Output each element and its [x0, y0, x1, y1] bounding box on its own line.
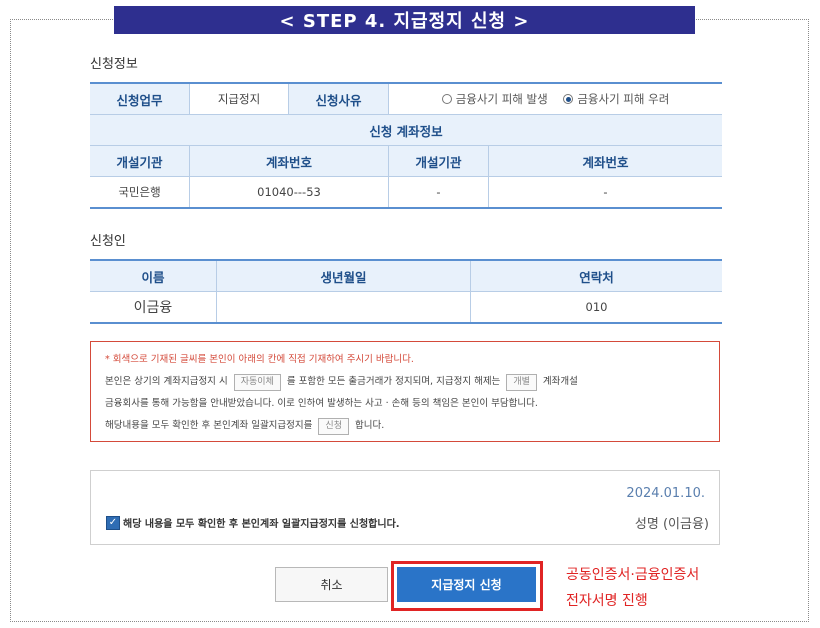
section-title-applicant: 신청인 — [90, 234, 126, 249]
applicant-header: 생년월일 — [216, 260, 471, 292]
account-header: 개설기관 — [388, 145, 489, 177]
agreement-text: 해당 내용을 모두 확인한 후 본인계좌 일괄지급정지를 신청합니다. — [123, 519, 400, 530]
applicant-header: 이름 — [90, 260, 217, 292]
agreement-signature: 성명 (이금융) — [634, 517, 709, 532]
applicant-table: 이름 생년월일 연락처 이금융 010 — [90, 259, 722, 324]
reason-option-occurred[interactable]: 금융사기 피해 발생 — [441, 91, 548, 107]
account-number-2: - — [488, 176, 722, 209]
work-label: 신청업무 — [90, 83, 190, 115]
input-auto-transfer[interactable]: 자동이체 — [233, 374, 281, 391]
work-value: 지급정지 — [189, 83, 289, 115]
reason-options: 금융사기 피해 발생 금융사기 피해 우려 — [388, 83, 722, 115]
notice-line: 금융회사를 통해 가능함을 안내받았습니다. 이로 인하여 발생하는 사고 · … — [105, 398, 538, 409]
cancel-button[interactable]: 취소 — [275, 567, 388, 602]
account-number: 01040---53 — [189, 176, 389, 209]
agreement-box: 2024.01.10. 성명 (이금융) ✓ 해당 내용을 모두 확인한 후 본… — [90, 470, 720, 545]
reason-label: 신청사유 — [288, 83, 389, 115]
certificate-note: 공동인증서·금융인증서 전자서명 진행 — [566, 567, 700, 609]
notice-line: 본인은 상기의 계좌지급정지 시 자동이체 를 포함한 모든 출금거래가 정지되… — [105, 371, 719, 393]
account-bank: 국민은행 — [90, 176, 190, 209]
account-header: 계좌번호 — [189, 145, 389, 177]
applicant-birth — [216, 291, 471, 324]
account-bank-2: - — [388, 176, 489, 209]
applicant-phone: 010 — [470, 291, 722, 324]
agreement-date: 2024.01.10. — [626, 486, 705, 501]
input-apply[interactable]: 신청 — [318, 418, 349, 435]
radio-unselected-icon — [441, 94, 452, 104]
account-header: 계좌번호 — [488, 145, 722, 177]
radio-selected-icon — [563, 94, 574, 104]
agreement-checkbox-row[interactable]: ✓ 해당 내용을 모두 확인한 후 본인계좌 일괄지급정지를 신청합니다. — [106, 515, 400, 530]
applicant-header: 연락처 — [470, 260, 722, 292]
request-info-table: 신청업무 지급정지 신청사유 금융사기 피해 발생 금융사기 피해 우려 신청 … — [90, 82, 722, 209]
notice-line: 해당내용을 모두 확인한 후 본인계좌 일괄지급정지를 신청 합니다. — [105, 415, 719, 437]
account-section-title: 신청 계좌정보 — [90, 114, 722, 146]
applicant-name: 이금융 — [90, 291, 217, 324]
notice-warning: * 회색으로 기재된 글씨를 본인이 아래의 칸에 직접 기재하여 주시기 바랍… — [105, 354, 414, 365]
notice-box: * 회색으로 기재된 글씨를 본인이 아래의 칸에 직접 기재하여 주시기 바랍… — [90, 341, 720, 442]
submit-button[interactable]: 지급정지 신청 — [397, 567, 536, 602]
account-header: 개설기관 — [90, 145, 190, 177]
step-banner: < STEP 4. 지급정지 신청 > — [114, 6, 695, 34]
section-title-info: 신청정보 — [90, 57, 138, 72]
checkbox-checked-icon[interactable]: ✓ — [106, 515, 120, 530]
reason-option-concern[interactable]: 금융사기 피해 우려 — [563, 91, 669, 107]
input-individual[interactable]: 개별 — [506, 374, 537, 391]
